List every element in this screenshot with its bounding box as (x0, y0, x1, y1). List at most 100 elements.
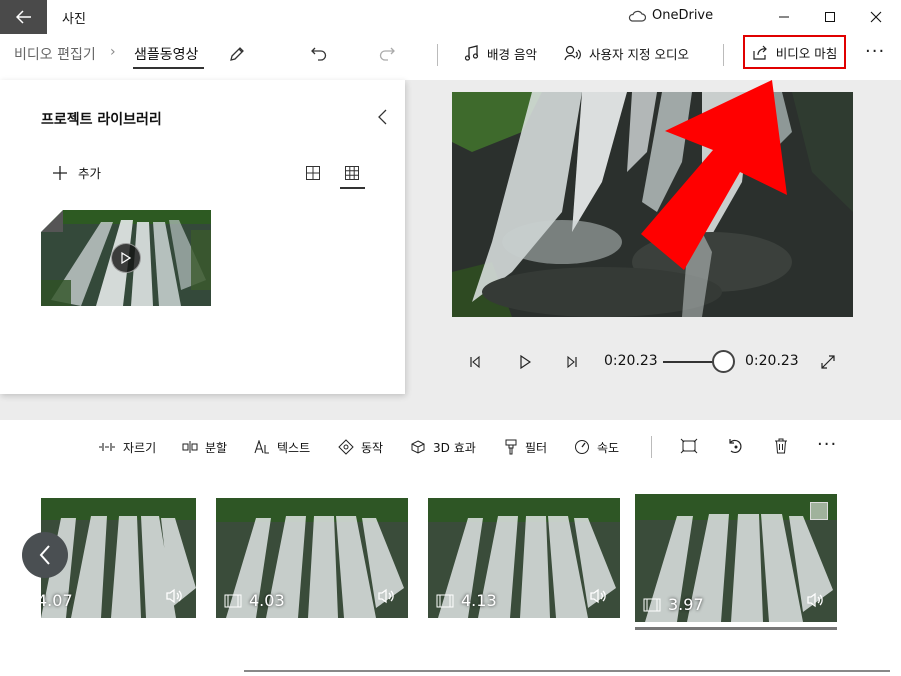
speaker-icon[interactable] (166, 588, 184, 608)
split-icon (182, 441, 198, 453)
redo-button[interactable] (376, 42, 398, 64)
chevron-left-icon (39, 545, 50, 565)
share-export-icon (753, 45, 767, 60)
clip-duration-value: 4.03 (249, 591, 285, 610)
collapse-library-button[interactable] (376, 108, 390, 130)
film-icon (224, 594, 242, 607)
3d-effects-button[interactable]: 3D 효과 (410, 438, 476, 456)
motion-button[interactable]: 동작 (338, 438, 383, 456)
filters-label: 필터 (525, 440, 548, 455)
text-icon (254, 440, 269, 454)
minimize-icon (779, 16, 789, 18)
rotate-button[interactable] (725, 436, 745, 456)
rename-button[interactable] (226, 43, 248, 65)
maximize-icon (825, 12, 835, 22)
filters-button[interactable]: 필터 (504, 438, 547, 456)
next-frame-button[interactable] (564, 354, 580, 370)
resize-button[interactable] (679, 436, 699, 456)
speaker-icon[interactable] (378, 588, 396, 608)
active-view-indicator (340, 187, 365, 189)
chevron-right-icon: › (110, 44, 116, 60)
waterfall-preview-image (452, 92, 853, 317)
total-time: 0:20.23 (745, 353, 799, 369)
custom-audio-button[interactable]: 사용자 지정 오디오 (564, 42, 689, 64)
trim-button[interactable]: 자르기 (98, 438, 156, 456)
command-bar: 비디오 편집기 › 샘플동영상 배경 음악 사용자 지정 오디오 비디오 마침 … (0, 34, 901, 80)
project-title[interactable]: 샘플동영상 (134, 44, 198, 64)
finish-video-button[interactable]: 비디오 마침 (743, 35, 846, 69)
play-thumbnail-button[interactable] (111, 243, 141, 273)
onedrive-status[interactable]: OneDrive (628, 8, 713, 23)
step-forward-icon (567, 355, 577, 369)
close-icon (870, 11, 882, 23)
storyboard-clip-4-selected[interactable]: 3.97 (635, 494, 837, 622)
large-grid-view-button[interactable] (301, 162, 325, 184)
video-preview[interactable] (452, 92, 853, 317)
clip-duration: 4.07 (41, 591, 73, 610)
speaker-icon[interactable] (807, 592, 825, 612)
grid-large-icon (306, 166, 320, 180)
custom-audio-label: 사용자 지정 오디오 (589, 46, 689, 62)
minimize-button[interactable] (761, 0, 807, 34)
redo-icon (379, 47, 395, 61)
more-options-icon[interactable]: ··· (865, 41, 885, 62)
expand-icon (821, 355, 835, 369)
speed-label: 속도 (597, 440, 620, 455)
clip-duration: 4.13 (436, 591, 497, 610)
finish-video-label: 비디오 마침 (775, 45, 838, 61)
delete-button[interactable] (771, 436, 791, 456)
divider (723, 44, 724, 66)
maximize-button[interactable] (807, 0, 853, 34)
undo-button[interactable] (308, 42, 330, 64)
divider (437, 44, 438, 66)
scroll-left-button[interactable] (22, 532, 68, 578)
clip-duration-value: 4.07 (41, 591, 73, 610)
storyboard-scrollbar[interactable] (244, 670, 890, 672)
more-options-icon[interactable]: ··· (817, 434, 837, 455)
motion-label: 동작 (361, 440, 384, 455)
trim-label: 자르기 (123, 440, 157, 455)
grid-small-icon (345, 166, 359, 180)
chevron-left-icon (378, 109, 387, 125)
background-music-button[interactable]: 배경 음악 (464, 42, 537, 64)
small-grid-view-button[interactable] (340, 162, 364, 184)
film-icon (436, 594, 454, 607)
current-time: 0:20.23 (604, 353, 658, 369)
motion-icon (338, 439, 354, 455)
clip-duration-value: 3.97 (668, 595, 704, 614)
split-button[interactable]: 분할 (182, 438, 227, 456)
crop-frame-icon (680, 438, 698, 454)
speed-button[interactable]: 속도 (574, 438, 619, 456)
player-controls: 0:20.23 0:20.23 (452, 345, 853, 377)
select-checkbox[interactable] (810, 502, 828, 520)
3d-effects-label: 3D 효과 (433, 440, 476, 455)
storyboard-clip-3[interactable]: 4.13 (428, 498, 620, 618)
library-title: 프로젝트 라이브러리 (41, 112, 162, 128)
add-label: 추가 (78, 166, 102, 181)
clip-duration: 4.03 (224, 591, 285, 610)
storyboard-panel: 자르기 분할 텍스트 동작 3D 효과 필터 속도 ··· 4.07 4.03 … (0, 420, 901, 676)
cloud-icon (628, 10, 646, 22)
fullscreen-button[interactable] (819, 353, 837, 371)
music-note-icon (464, 45, 479, 61)
storyboard-clip-2[interactable]: 4.03 (216, 498, 408, 618)
close-window-button[interactable] (853, 0, 899, 34)
add-media-button[interactable]: 추가 (52, 163, 101, 182)
play-button[interactable] (517, 354, 533, 370)
seek-slider-thumb[interactable] (712, 350, 735, 373)
clip-duration: 3.97 (643, 595, 704, 614)
undo-icon (311, 47, 327, 61)
previous-frame-button[interactable] (467, 354, 483, 370)
library-media-thumbnail[interactable] (41, 210, 211, 306)
text-label: 텍스트 (277, 440, 311, 455)
breadcrumb-root[interactable]: 비디오 편집기 (14, 44, 96, 64)
back-button[interactable] (0, 0, 47, 34)
text-button[interactable]: 텍스트 (254, 438, 310, 456)
title-underline (133, 67, 204, 69)
plus-icon (53, 165, 67, 180)
background-music-label: 배경 음악 (487, 46, 537, 62)
clip-duration-value: 4.13 (461, 591, 497, 610)
speaker-icon[interactable] (590, 588, 608, 608)
trim-icon (99, 443, 115, 451)
filter-icon (505, 439, 517, 455)
